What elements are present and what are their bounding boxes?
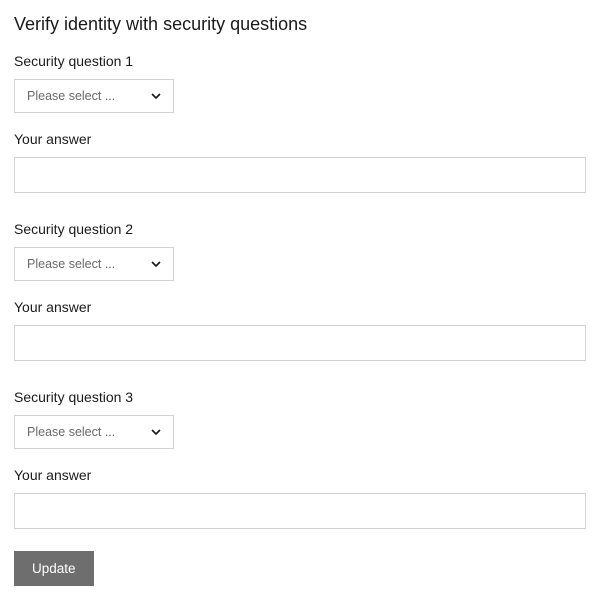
security-question-3-label: Security question 3 xyxy=(14,389,586,405)
security-question-1-select-text: Please select ... xyxy=(15,80,133,112)
chevron-down-icon xyxy=(151,261,161,267)
security-question-2-select[interactable]: Please select ... xyxy=(14,247,174,281)
update-button[interactable]: Update xyxy=(14,551,94,586)
answer-3-input[interactable] xyxy=(14,493,586,529)
chevron-down-icon xyxy=(151,429,161,435)
answer-1-label: Your answer xyxy=(14,131,586,147)
security-question-3-select[interactable]: Please select ... xyxy=(14,415,174,449)
security-question-1-select[interactable]: Please select ... xyxy=(14,79,174,113)
security-question-1-label: Security question 1 xyxy=(14,53,586,69)
security-question-2-label: Security question 2 xyxy=(14,221,586,237)
page-title: Verify identity with security questions xyxy=(14,14,586,35)
answer-1-input[interactable] xyxy=(14,157,586,193)
answer-3-label: Your answer xyxy=(14,467,586,483)
answer-2-label: Your answer xyxy=(14,299,586,315)
answer-2-input[interactable] xyxy=(14,325,586,361)
security-question-3-select-text: Please select ... xyxy=(15,416,133,448)
chevron-down-icon xyxy=(151,93,161,99)
security-question-2-select-text: Please select ... xyxy=(15,248,133,280)
